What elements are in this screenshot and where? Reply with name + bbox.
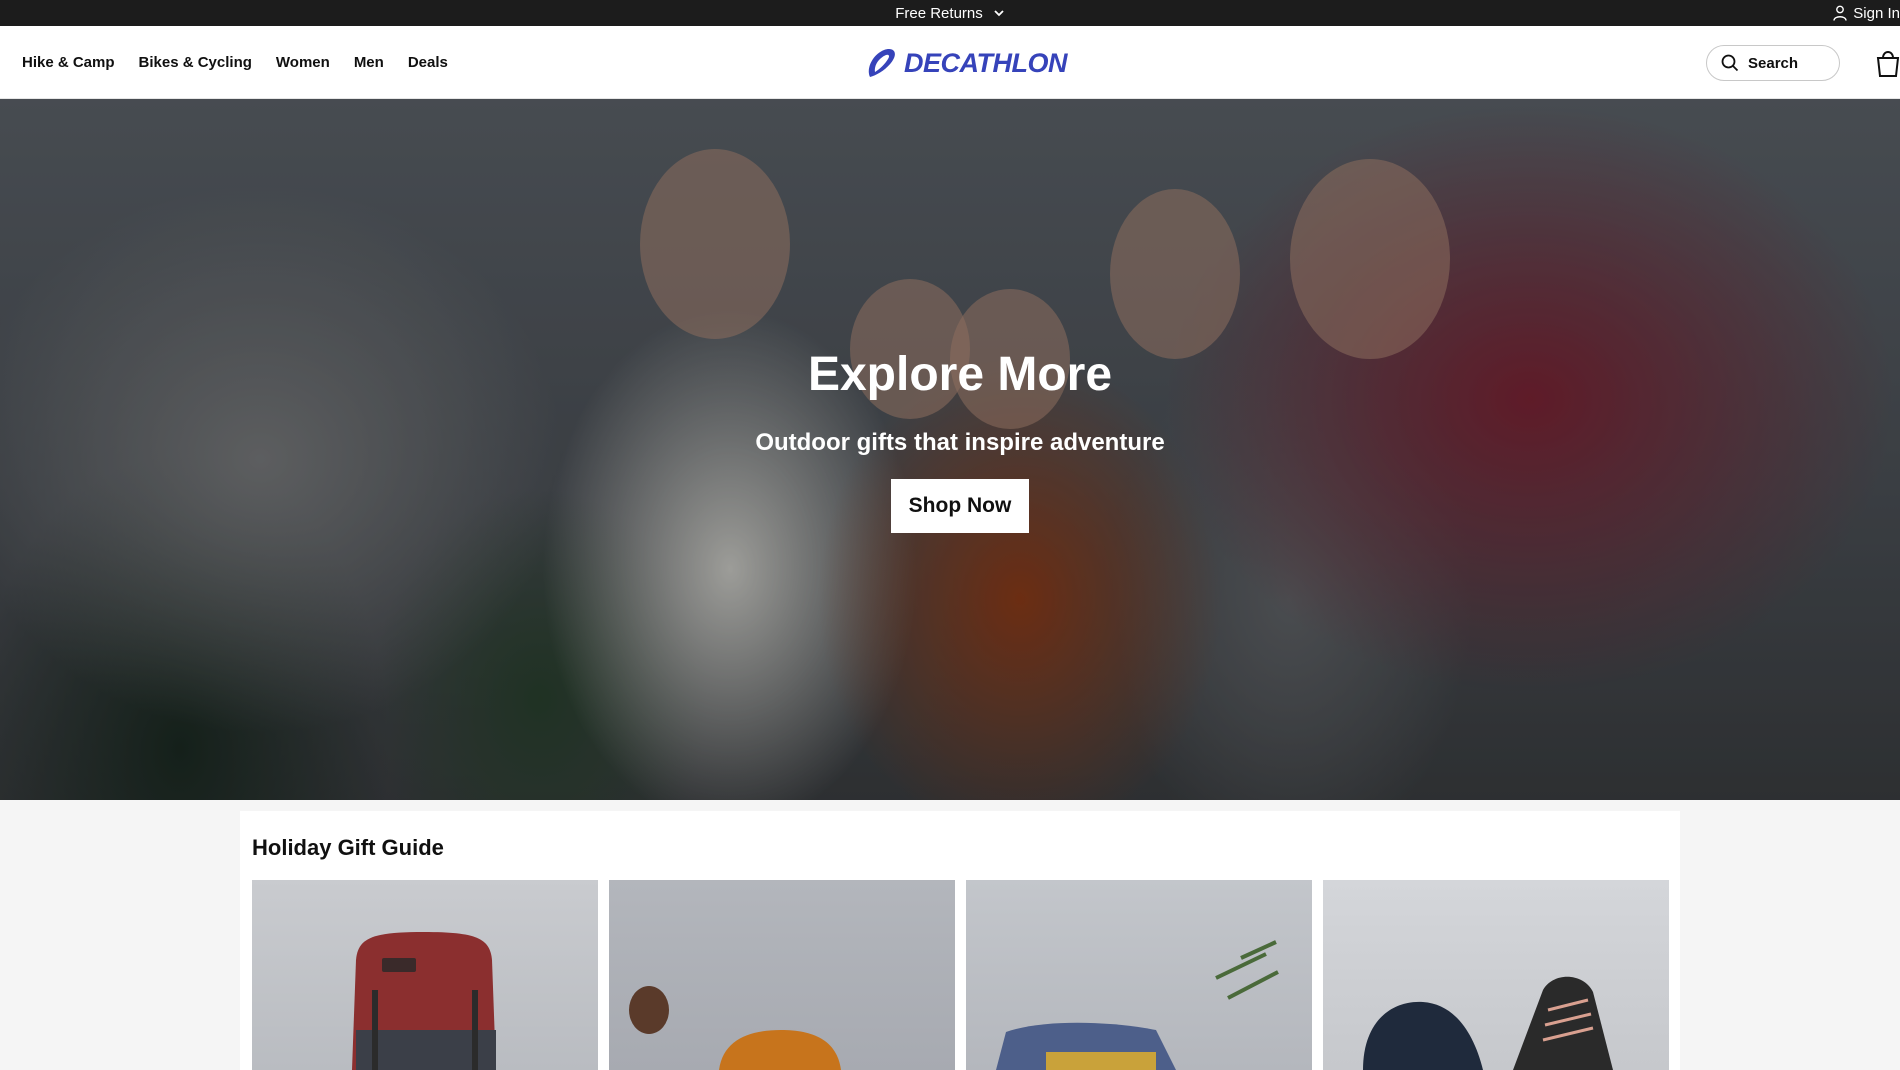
chevron-down-icon [994, 10, 1004, 17]
boots-image [1363, 976, 1613, 1070]
logo-text: DECATHLON [904, 47, 1067, 78]
shop-now-button[interactable]: Shop Now [891, 479, 1029, 533]
sign-in-label: Sign In [1853, 4, 1900, 22]
gift-card-beanie[interactable] [609, 880, 955, 1070]
nav-item-hike-camp[interactable]: Hike & Camp [22, 54, 115, 71]
section-title: Holiday Gift Guide [252, 835, 444, 860]
nav-item-bikes-cycling[interactable]: Bikes & Cycling [139, 54, 252, 71]
logo-mark-icon [868, 48, 895, 77]
search-label: Search [1748, 54, 1799, 72]
sign-in-link[interactable]: Sign In [1833, 0, 1900, 26]
user-icon [1833, 5, 1847, 21]
backpack-image [352, 932, 496, 1070]
hero-banner: Explore More Outdoor gifts that inspire … [0, 99, 1900, 800]
cart-icon[interactable] [1876, 46, 1900, 78]
gift-card-boots[interactable] [1323, 880, 1669, 1070]
nav-item-women[interactable]: Women [276, 54, 330, 71]
promo-label: Free Returns [895, 4, 983, 22]
promo-toggle[interactable]: Free Returns [0, 0, 1900, 26]
beanie-image [629, 986, 841, 1070]
decathlon-logo[interactable]: DECATHLON [864, 46, 1067, 80]
gift-card-backpack[interactable] [252, 880, 598, 1070]
search-input[interactable]: Search [1706, 45, 1840, 81]
announcement-bar: Free Returns Sign In [0, 0, 1900, 26]
site-header: Hike & Camp Bikes & Cycling Women Men De… [0, 26, 1900, 99]
hero-title: Explore More [807, 348, 1113, 401]
gift-guide-section: Holiday Gift Guide [240, 811, 1680, 1070]
gift-card-apparel[interactable] [966, 880, 1312, 1070]
nav-item-deals[interactable]: Deals [408, 54, 448, 71]
hero-subtitle: Outdoor gifts that inspire adventure [755, 429, 1165, 456]
main-nav: Hike & Camp Bikes & Cycling Women Men De… [22, 26, 448, 99]
search-icon [1721, 54, 1739, 72]
nav-item-men[interactable]: Men [354, 54, 384, 71]
apparel-image [996, 940, 1279, 1070]
